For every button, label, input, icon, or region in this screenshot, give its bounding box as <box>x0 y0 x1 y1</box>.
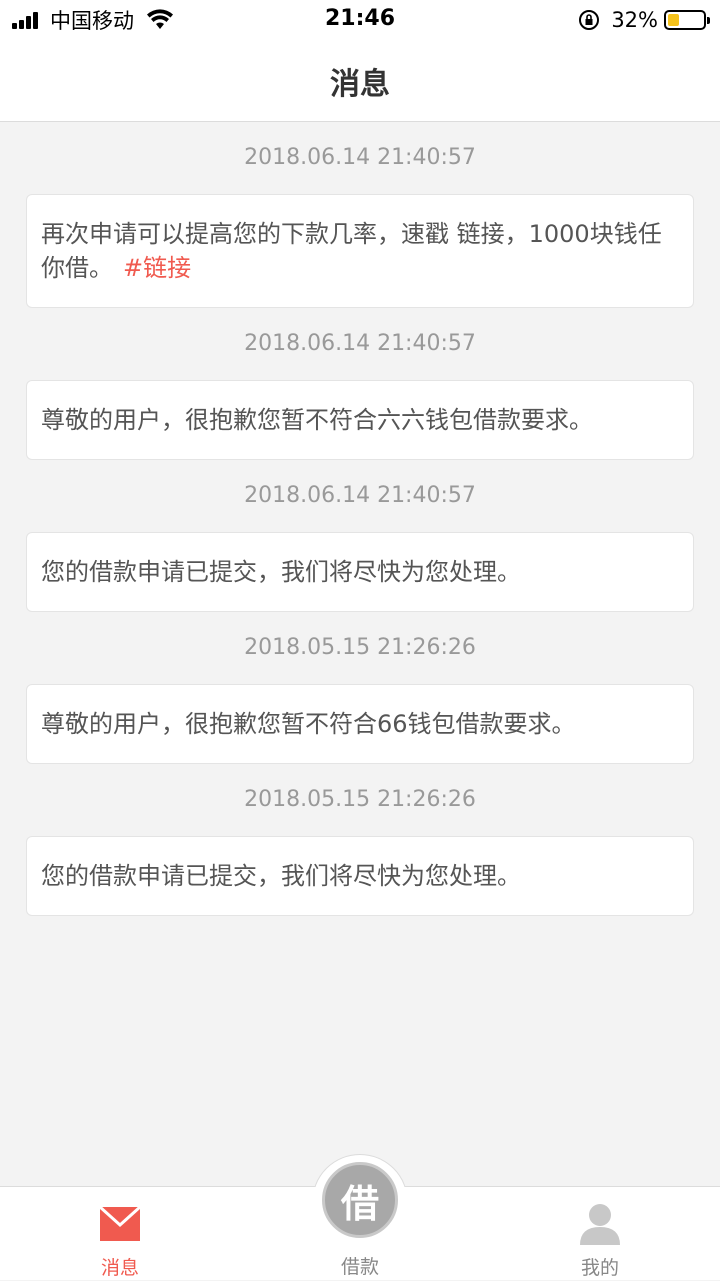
message-item: 2018.06.14 21:40:57 再次申请可以提高您的下款几率，速戳 链接，… <box>0 122 720 308</box>
message-text: 尊敬的用户，很抱歉您暂不符合六六钱包借款要求。 <box>41 406 593 434</box>
tab-messages[interactable]: 消息 <box>0 1187 240 1281</box>
status-right: 32% <box>577 6 710 34</box>
mail-icon <box>100 1207 140 1241</box>
borrow-icon: 借 <box>340 1181 379 1226</box>
battery-icon <box>664 10 710 30</box>
tab-mine-label: 我的 <box>580 1257 619 1279</box>
message-item: 2018.05.15 21:26:26 您的借款申请已提交，我们将尽快为您处理。 <box>0 764 720 916</box>
page-title: 消息 <box>330 66 390 102</box>
tab-mine[interactable]: 我的 <box>480 1187 720 1281</box>
message-item: 2018.06.14 21:40:57 尊敬的用户，很抱歉您暂不符合六六钱包借款要… <box>0 308 720 460</box>
borrow-center-button[interactable]: 借 <box>322 1162 398 1238</box>
message-card[interactable]: 您的借款申请已提交，我们将尽快为您处理。 <box>26 532 694 612</box>
message-text: 您的借款申请已提交，我们将尽快为您处理。 <box>41 862 521 890</box>
message-card[interactable]: 尊敬的用户，很抱歉您暂不符合六六钱包借款要求。 <box>26 380 694 460</box>
tab-borrow-label-visible: 借款 <box>340 1256 379 1278</box>
message-timestamp: 2018.06.14 21:40:57 <box>244 483 476 508</box>
battery-fill <box>668 14 679 26</box>
message-list[interactable]: 2018.06.14 21:40:57 再次申请可以提高您的下款几率，速戳 链接，… <box>0 122 720 916</box>
message-link[interactable]: #链接 <box>123 254 191 282</box>
message-card[interactable]: 尊敬的用户，很抱歉您暂不符合66钱包借款要求。 <box>26 684 694 764</box>
rotation-lock-icon <box>579 10 600 30</box>
status-bar: 中国移动 21:46 32% <box>0 0 720 40</box>
message-timestamp: 2018.06.14 21:40:57 <box>244 145 476 170</box>
user-icon <box>580 1204 620 1245</box>
tab-messages-label: 消息 <box>100 1257 139 1279</box>
message-text: 尊敬的用户，很抱歉您暂不符合66钱包借款要求。 <box>41 710 576 738</box>
message-timestamp: 2018.05.15 21:26:26 <box>244 787 476 812</box>
message-text: 您的借款申请已提交，我们将尽快为您处理。 <box>41 558 521 586</box>
message-card[interactable]: 您的借款申请已提交，我们将尽快为您处理。 <box>26 836 694 916</box>
message-timestamp: 2018.05.15 21:26:26 <box>244 635 476 660</box>
message-timestamp: 2018.06.14 21:40:57 <box>244 331 476 356</box>
battery-percent: 32% <box>611 8 658 32</box>
message-item: 2018.06.14 21:40:57 您的借款申请已提交，我们将尽快为您处理。 <box>0 460 720 612</box>
message-card[interactable]: 再次申请可以提高您的下款几率，速戳 链接，1000块钱任你借。 #链接 <box>26 194 694 308</box>
nav-bar: 消息 <box>0 40 720 122</box>
message-item: 2018.05.15 21:26:26 尊敬的用户，很抱歉您暂不符合66钱包借款要… <box>0 612 720 764</box>
